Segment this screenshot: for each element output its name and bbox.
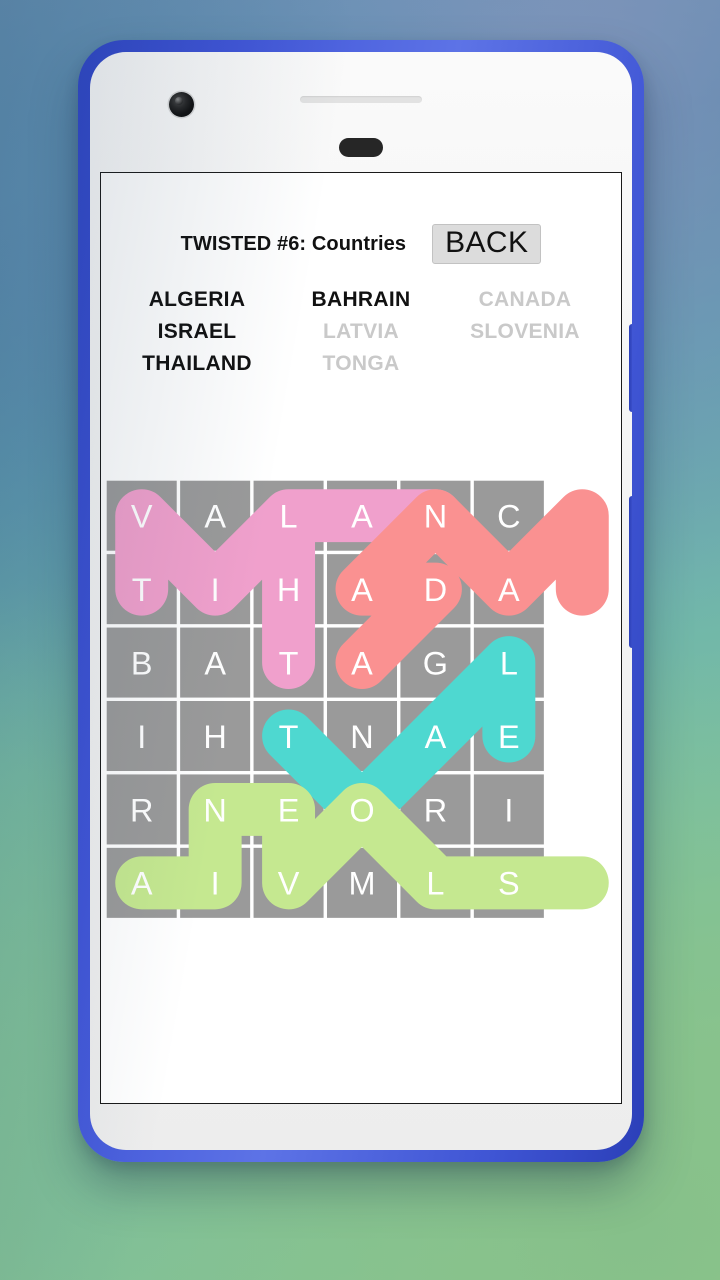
grid-letter[interactable]: D <box>424 572 447 608</box>
grid-letter[interactable]: L <box>426 866 444 902</box>
grid-letter[interactable]: T <box>279 719 299 755</box>
phone-front-face: TWISTED #6: Countries BACK ALGERIA ISRAEL… <box>90 52 632 1150</box>
word-item-latvia: LATVIA <box>322 319 400 343</box>
word-item-algeria: ALGERIA <box>148 288 246 311</box>
volume-button[interactable] <box>629 496 632 648</box>
grid-letter[interactable]: A <box>351 572 373 608</box>
grid-letter[interactable]: R <box>130 792 153 828</box>
word-item-israel: ISRAEL <box>157 319 237 343</box>
grid-letter[interactable]: O <box>349 792 374 828</box>
proximity-sensor-icon <box>339 138 383 157</box>
word-list: ALGERIA ISRAEL THAILAND BAHRAIN LATVIA TONGA C… <box>101 285 621 378</box>
grid-letter[interactable]: T <box>132 572 152 608</box>
grid-letter[interactable]: A <box>131 866 153 902</box>
app-screen: TWISTED #6: Countries BACK ALGERIA ISRAEL… <box>100 172 622 1104</box>
speaker-grille-icon <box>300 96 422 103</box>
grid-letter[interactable]: R <box>424 792 447 828</box>
word-list-column: BAHRAIN LATVIA TONGA <box>286 285 436 378</box>
grid-letter[interactable]: V <box>131 499 153 535</box>
grid-letter[interactable]: A <box>498 572 520 608</box>
grid-letter[interactable]: N <box>424 499 447 535</box>
grid-letter[interactable]: N <box>350 719 373 755</box>
power-button[interactable] <box>629 324 632 412</box>
grid-canvas[interactable]: V A L A N C T I H A D A B A T A G L I H T N A E R N E O R I A I V M L S <box>105 479 619 993</box>
back-button[interactable]: BACK <box>432 223 542 265</box>
app-header: TWISTED #6: Countries BACK <box>101 217 621 271</box>
grid-letter[interactable]: G <box>423 645 448 681</box>
grid-letter[interactable]: M <box>348 866 375 902</box>
word-trace-algeria <box>335 489 609 690</box>
grid-letter[interactable]: A <box>425 719 447 755</box>
grid-letter[interactable]: C <box>497 499 520 535</box>
grid-letter[interactable]: E <box>278 792 300 828</box>
word-item-canada: CANADA <box>478 288 572 311</box>
word-list-column: ALGERIA ISRAEL THAILAND <box>122 285 272 378</box>
word-item-tonga: TONGA <box>322 351 400 375</box>
grid-letter[interactable]: I <box>137 719 146 755</box>
grid-letter[interactable]: T <box>279 645 299 681</box>
word-item-slovenia: SLOVENIA <box>470 319 580 343</box>
camera-icon <box>169 92 194 117</box>
grid-letter[interactable]: H <box>203 719 226 755</box>
grid-letter[interactable]: L <box>280 499 298 535</box>
grid-letter[interactable]: S <box>498 866 520 902</box>
word-list-column: CANADA SLOVENIA <box>450 285 600 378</box>
grid-letter[interactable]: A <box>204 645 226 681</box>
wallpaper-background: TWISTED #6: Countries BACK ALGERIA ISRAEL… <box>0 0 720 1280</box>
grid-letter[interactable]: A <box>351 499 373 535</box>
grid-letter[interactable]: N <box>203 792 226 828</box>
grid-letter[interactable]: I <box>211 866 220 902</box>
grid-letter[interactable]: A <box>351 645 373 681</box>
grid-letter[interactable]: H <box>277 572 300 608</box>
phone-device-frame: TWISTED #6: Countries BACK ALGERIA ISRAEL… <box>78 40 644 1162</box>
grid-letter[interactable]: A <box>204 499 226 535</box>
grid-letter[interactable]: B <box>131 645 153 681</box>
grid-letter[interactable]: V <box>278 866 300 902</box>
word-search-grid[interactable]: V A L A N C T I H A D A B A T A G L I H T N A E R N E O R I A I V M L S <box>105 479 619 995</box>
grid-letter[interactable]: E <box>498 719 520 755</box>
page-title: TWISTED #6: Countries <box>180 232 407 255</box>
grid-letter[interactable]: I <box>504 792 513 828</box>
grid-letter[interactable]: L <box>500 645 518 681</box>
grid-letter[interactable]: I <box>211 572 220 608</box>
word-item-bahrain: BAHRAIN <box>311 288 411 311</box>
word-item-thailand: THAILAND <box>142 351 252 375</box>
